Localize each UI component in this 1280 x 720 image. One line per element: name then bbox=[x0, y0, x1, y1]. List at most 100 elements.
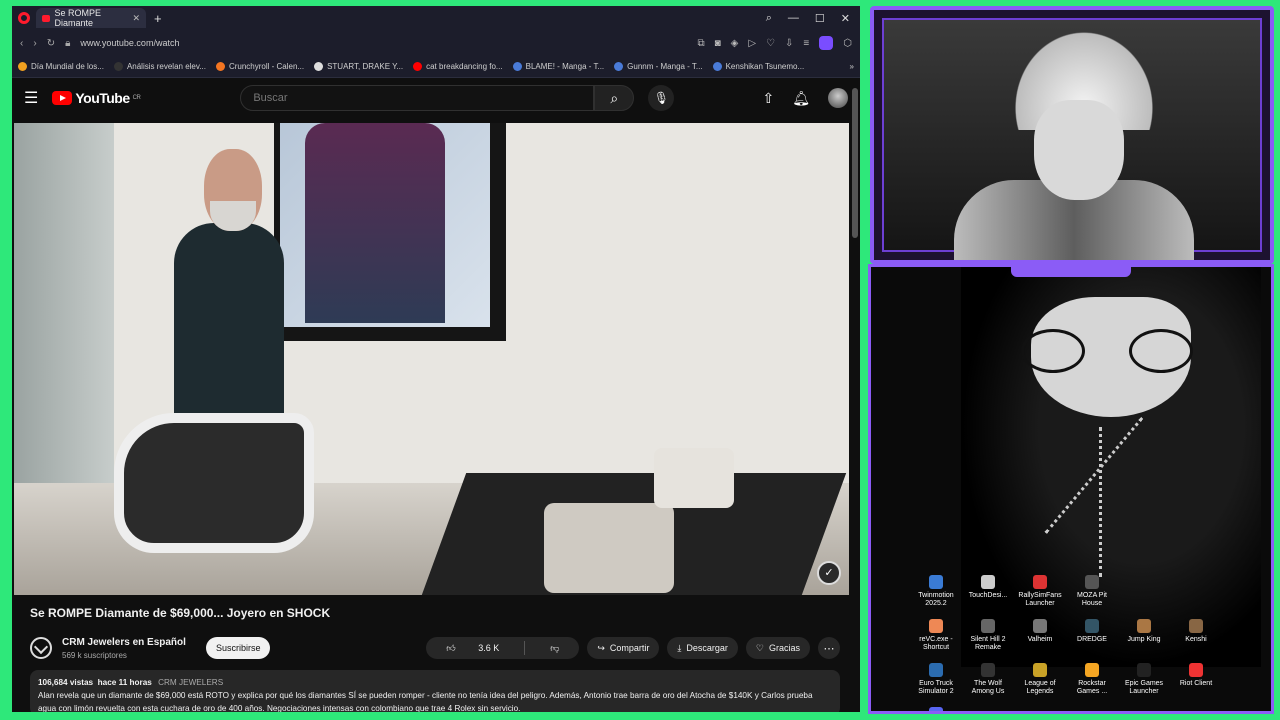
desktop-shortcut[interactable]: reVC.exe - Shortcut bbox=[911, 619, 961, 663]
youtube-logo-text: YouTube bbox=[75, 90, 130, 106]
extensions-icon[interactable]: ⬡ bbox=[843, 38, 852, 49]
share-button[interactable]: ↪ Compartir bbox=[587, 637, 660, 659]
bookmark-item[interactable]: Día Mundial de los... bbox=[18, 62, 104, 71]
desktop-shortcut[interactable]: Euro Truck Simulator 2 bbox=[911, 663, 961, 707]
reload-icon[interactable]: ↻ bbox=[47, 38, 55, 49]
channel-hashtag[interactable]: CRM JEWELERS bbox=[158, 678, 223, 687]
app-icon bbox=[1085, 663, 1099, 677]
desktop-shortcut[interactable]: Valheim bbox=[1015, 619, 1065, 663]
desktop-shortcut[interactable]: Jump King bbox=[1119, 619, 1169, 663]
back-icon[interactable]: ‹ bbox=[20, 38, 23, 49]
dislike-button[interactable]: 👎︎ bbox=[530, 637, 579, 659]
page-scrollbar[interactable] bbox=[852, 88, 858, 238]
shield-icon[interactable]: ◈ bbox=[731, 38, 739, 49]
close-tab-icon[interactable]: ✕ bbox=[132, 13, 140, 24]
bookmark-item[interactable]: Gunnm - Manga - T... bbox=[614, 62, 703, 71]
app-icon bbox=[1189, 619, 1203, 633]
minimize-icon[interactable]: — bbox=[788, 12, 799, 24]
desktop-shortcut[interactable]: MOZA Pit House bbox=[1067, 575, 1117, 619]
bookmark-favicon-icon bbox=[113, 62, 123, 71]
search-input[interactable]: Buscar bbox=[240, 85, 595, 111]
bookmark-item[interactable]: Crunchyroll - Calen... bbox=[215, 62, 305, 71]
search-tabs-icon[interactable]: ⌕ bbox=[766, 12, 772, 25]
bookmark-label: BLAME! - Manga - T... bbox=[525, 62, 605, 71]
bell-icon[interactable]: 🔔︎ bbox=[792, 90, 810, 107]
desktop-shortcut[interactable]: Rockstar Games ... bbox=[1067, 663, 1117, 707]
bookmark-label: Día Mundial de los... bbox=[31, 62, 104, 71]
desktop-shortcut-label: The Wolf Among Us bbox=[971, 680, 1005, 695]
channel-avatar[interactable] bbox=[30, 637, 52, 659]
overlay-frame-top bbox=[870, 6, 1274, 264]
microphone-icon[interactable]: 🎙︎ bbox=[648, 85, 675, 111]
close-window-icon[interactable]: ✕ bbox=[841, 12, 850, 25]
app-icon bbox=[929, 619, 943, 633]
video-title: Se ROMPE Diamante de $69,000... Joyero e… bbox=[30, 606, 331, 620]
more-actions-button[interactable]: ⋯ bbox=[818, 637, 840, 659]
bookmark-label: Crunchyroll - Calen... bbox=[228, 62, 305, 71]
download-button[interactable]: ⤓ Descargar bbox=[667, 637, 738, 659]
bookmark-item[interactable]: Análisis revelan elev... bbox=[113, 62, 206, 71]
desktop-shortcut[interactable]: RallySimFans Launcher bbox=[1015, 575, 1065, 619]
bookmark-label: STUART, DRAKE Y... bbox=[327, 62, 404, 71]
upload-icon[interactable]: ⇧ bbox=[762, 90, 774, 107]
menu-icon[interactable]: ≡ bbox=[803, 38, 809, 49]
thanks-button[interactable]: ♡ Gracias bbox=[745, 637, 810, 659]
download-arrow-icon: ⤓ bbox=[677, 642, 682, 653]
desktop-shortcut-label: Silent Hill 2 Remake bbox=[970, 636, 1006, 651]
bookmark-item[interactable]: STUART, DRAKE Y... bbox=[314, 62, 403, 71]
desktop-shortcut[interactable]: TouchDesi... bbox=[963, 575, 1013, 619]
desktop-shortcut[interactable]: Epic Games Launcher bbox=[1119, 663, 1169, 707]
desktop-shortcut[interactable]: Twinmotion 2025.2 bbox=[911, 575, 961, 619]
screenshot-icon[interactable]: ⧉ bbox=[697, 38, 704, 49]
channel-watermark-icon[interactable]: ✓ bbox=[817, 561, 841, 585]
like-button[interactable]: 👍︎ 3.6 K bbox=[426, 637, 519, 659]
maximize-icon[interactable]: ☐ bbox=[815, 12, 825, 25]
opera-logo-icon[interactable] bbox=[18, 12, 30, 24]
desktop-shortcut[interactable]: Discord bbox=[911, 707, 961, 711]
desktop-shortcut[interactable]: Silent Hill 2 Remake bbox=[963, 619, 1013, 663]
app-icon bbox=[981, 663, 995, 677]
avatar[interactable] bbox=[828, 88, 848, 108]
channel-name[interactable]: CRM Jewelers en Español bbox=[62, 637, 186, 648]
download-icon[interactable]: ⇩ bbox=[785, 38, 793, 49]
app-icon bbox=[981, 619, 995, 633]
youtube-favicon-icon bbox=[42, 14, 51, 22]
thumbs-down-icon: 👎︎ bbox=[550, 642, 560, 653]
desktop-shortcut-label: MOZA Pit House bbox=[1077, 592, 1107, 607]
player-icon[interactable]: ▷ bbox=[748, 38, 756, 49]
hamburger-menu-icon[interactable]: ☰ bbox=[24, 88, 38, 108]
description-text: Alan revela que un diamante de $69,000 e… bbox=[38, 691, 813, 712]
bookmark-item[interactable]: Kenshikan Tsunemo... bbox=[712, 62, 804, 71]
bookmark-favicon-icon bbox=[614, 62, 624, 71]
camera-icon[interactable]: ◙ bbox=[715, 38, 721, 49]
share-icon: ↪ bbox=[597, 642, 605, 653]
description-box[interactable]: 106,684 vistas hace 11 horas CRM JEWELER… bbox=[30, 670, 840, 712]
subscribe-button[interactable]: Suscribirse bbox=[205, 637, 271, 659]
bookmark-item[interactable]: BLAME! - Manga - T... bbox=[512, 62, 605, 71]
wall-tv bbox=[274, 123, 506, 341]
tab-youtube[interactable]: Se ROMPE Diamante ✕ bbox=[36, 8, 146, 28]
forward-icon[interactable]: › bbox=[33, 38, 36, 49]
video-player[interactable]: ✓ bbox=[14, 123, 849, 595]
url-field[interactable]: www.youtube.com/watch bbox=[80, 38, 179, 48]
app-icon bbox=[1189, 663, 1203, 677]
desktop-shortcut-label: TouchDesi... bbox=[968, 592, 1008, 599]
desktop-shortcut-label: Rockstar Games ... bbox=[1076, 680, 1108, 695]
new-tab-icon[interactable]: + bbox=[154, 11, 162, 26]
desktop-shortcut[interactable]: The Wolf Among Us bbox=[963, 663, 1013, 707]
desktop-shortcut[interactable]: DREDGE bbox=[1067, 619, 1117, 663]
desktop-shortcut[interactable]: Kenshi bbox=[1171, 619, 1221, 663]
desktop-shortcut[interactable]: League of Legends bbox=[1015, 663, 1065, 707]
youtube-logo[interactable]: YouTube CR bbox=[52, 90, 141, 106]
more-bookmarks-icon[interactable]: » bbox=[850, 62, 854, 71]
address-bar: ‹ › ↻ 🔒︎ www.youtube.com/watch ⧉ ◙ ◈ ▷ ♡… bbox=[12, 30, 860, 56]
search-button[interactable]: ⌕ bbox=[594, 85, 635, 111]
bookmark-favicon-icon bbox=[512, 62, 522, 71]
bookmark-item[interactable]: cat breakdancing fo... bbox=[413, 62, 503, 71]
profile-icon[interactable] bbox=[819, 36, 834, 50]
desktop-shortcut-label: reVC.exe - Shortcut bbox=[919, 636, 953, 651]
heart-icon[interactable]: ♡ bbox=[766, 38, 775, 49]
desktop-shortcut-label: Epic Games Launcher bbox=[1124, 680, 1164, 695]
desktop-shortcut[interactable]: Riot Client bbox=[1171, 663, 1221, 707]
app-icon bbox=[929, 663, 943, 677]
